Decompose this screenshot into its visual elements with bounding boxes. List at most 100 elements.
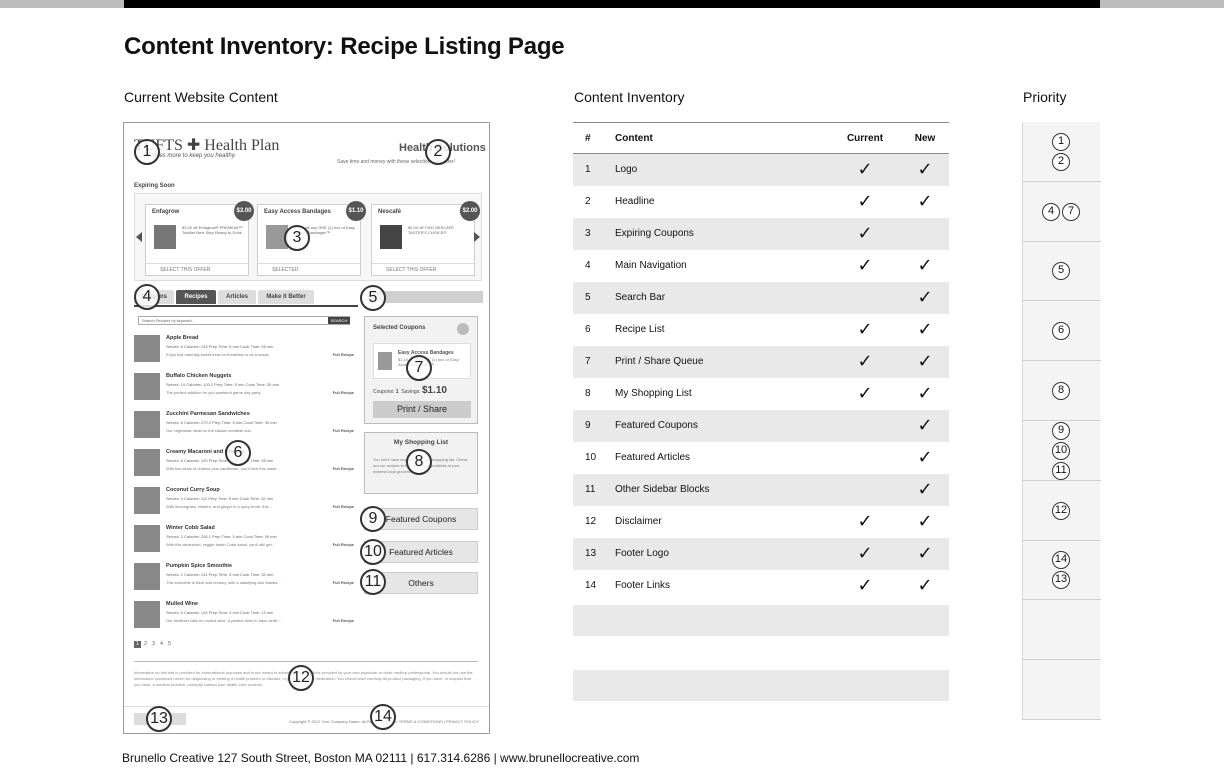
recipe-item[interactable]: Apple Bread Serves: 8 Calories: 243 Prep …	[134, 335, 354, 369]
recipe-image	[134, 525, 160, 552]
new-check-icon: ✓	[917, 383, 933, 404]
page-link[interactable]: 4	[158, 641, 165, 648]
priority-group	[1023, 660, 1101, 720]
priority-marker: 2	[1052, 152, 1070, 171]
recipe-search-button[interactable]: SEARCH	[328, 317, 350, 324]
coupon-select[interactable]: SELECT THIS OFFER	[372, 263, 474, 275]
full-recipe-link[interactable]: Full Recipe	[333, 352, 354, 357]
row-number: 6	[585, 324, 591, 335]
selected-stats: Coupons: 1 Savings: $1.10	[373, 385, 447, 396]
carousel-left-arrow-icon[interactable]	[136, 232, 142, 242]
row-content: My Shopping List	[615, 388, 692, 399]
row-number: 8	[585, 388, 591, 399]
new-check-icon: ✓	[917, 255, 933, 276]
row-content: Footer Logo	[615, 548, 669, 559]
page-link[interactable]: 1	[134, 641, 141, 648]
full-recipe-link[interactable]: Full Recipe	[333, 504, 354, 509]
recipe-image	[134, 601, 160, 628]
carousel-right-arrow-icon[interactable]	[474, 232, 480, 242]
coupon-thumb	[378, 352, 392, 370]
page-footer: Brunello Creative 127 South Street, Bost…	[122, 751, 640, 765]
savings-value: $1.10	[421, 385, 447, 396]
coupons-label: Coupons:	[373, 389, 395, 395]
full-recipe-link[interactable]: Full Recipe	[333, 580, 354, 585]
recipe-item[interactable]: Zucchini Parmesan Sandwiches Serves: 6 Ca…	[134, 411, 354, 445]
print-share-button[interactable]: Print / Share	[373, 401, 471, 418]
marker-2: 2	[425, 139, 451, 165]
page-link[interactable]: 2	[142, 641, 149, 648]
mock-footer: Copyright © 2012 Your Company Name. All …	[124, 706, 489, 733]
recipe-item[interactable]: Buffalo Chicken Nuggets Serves: 10 Calori…	[134, 373, 354, 407]
full-recipe-link[interactable]: Full Recipe	[333, 618, 354, 623]
recipe-image	[134, 563, 160, 590]
inventory-row: 12 Disclaimer ✓ ✓	[573, 506, 949, 538]
marker-1: 1	[134, 139, 160, 165]
priority-column: 1 2 4 7 5 6 8 9 10 11 12 14 13	[1022, 122, 1101, 720]
recipe-image	[134, 411, 160, 438]
inventory-header-row: # Content Current New	[573, 122, 949, 154]
priority-group: 5	[1023, 242, 1101, 302]
recipe-item[interactable]: Mulled Wine Serves: 6 Calories: 126 Prep …	[134, 601, 354, 635]
new-cell: ✓	[895, 186, 955, 221]
priority-marker: 4	[1042, 202, 1060, 221]
new-check-icon: ✓	[917, 351, 933, 372]
recipe-image	[134, 449, 160, 476]
row-number: 12	[585, 516, 597, 527]
page-link[interactable]: 3	[150, 641, 157, 648]
recipe-image	[134, 487, 160, 514]
new-cell: ✓	[895, 378, 955, 413]
recipe-desc: This smoothie is thick and creamy, with …	[166, 580, 281, 585]
tab-recipes[interactable]: Recipes	[176, 290, 216, 304]
row-number: 9	[585, 420, 591, 431]
new-cell: ✓	[895, 346, 955, 381]
website-mockup: TUFTS ✚ Health Plan ... does more to kee…	[123, 122, 490, 734]
new-cell: ✓	[895, 474, 955, 509]
current-check-icon: ✓	[857, 575, 873, 596]
recipe-search-input[interactable]: Search Recipes by keyword...	[138, 316, 350, 325]
priority-marker: 14	[1052, 551, 1070, 570]
new-cell: ✓	[895, 250, 955, 285]
full-recipe-link[interactable]: Full Recipe	[333, 542, 354, 547]
recipe-item[interactable]: Pumpkin Spice Smoothie Serves: 2 Calories…	[134, 563, 354, 597]
priority-group: 14 13	[1023, 541, 1101, 601]
recipe-item[interactable]: Winter Cobb Salad Serves: 2 Calories: 206…	[134, 525, 354, 559]
priority-marker: 1	[1052, 132, 1070, 151]
priority-group: 8	[1023, 361, 1101, 421]
tab-make-it-better[interactable]: Make it Better	[258, 290, 314, 304]
new-cell: ✓	[895, 154, 955, 189]
current-cell: ✓	[835, 506, 895, 541]
coupon-name: Nescafé	[378, 209, 402, 215]
tab-articles[interactable]: Articles	[218, 290, 256, 304]
mock-recipe-list: Search Recipes by keyword... SEARCH Appl…	[134, 305, 358, 635]
coupon-select[interactable]: SELECTED	[258, 263, 360, 275]
recipe-title: Mulled Wine	[166, 601, 199, 607]
coupon-badge: $3.00	[234, 201, 254, 221]
full-recipe-link[interactable]: Full Recipe	[333, 428, 354, 433]
row-content: Print / Share Queue	[615, 356, 704, 367]
current-content-heading: Current Website Content	[124, 89, 278, 105]
current-check-icon: ✓	[857, 159, 873, 180]
marker-8: 8	[406, 449, 432, 475]
row-content: Main Navigation	[615, 260, 687, 271]
inventory-blank-row	[573, 605, 949, 636]
recipe-meta: Serves: 2 Calories: 131 Prep Time: 5 min…	[166, 572, 274, 577]
shopping-list-title: My Shopping List	[393, 439, 449, 446]
marker-12: 12	[288, 665, 314, 691]
new-check-icon: ✓	[917, 511, 933, 532]
page-link[interactable]: 5	[166, 641, 173, 648]
recipe-title: Buffalo Chicken Nuggets	[166, 373, 232, 379]
new-check-icon: ✓	[917, 575, 933, 596]
row-number: 3	[585, 228, 591, 239]
full-recipe-link[interactable]: Full Recipe	[333, 390, 354, 395]
recipe-item[interactable]: Coconut Curry Soup Serves: 4 Calories: 11…	[134, 487, 354, 521]
marker-3: 3	[284, 225, 310, 251]
top-rule-black	[124, 0, 1100, 8]
new-check-icon: ✓	[917, 479, 933, 500]
coupon-select[interactable]: SELECT THIS OFFER	[146, 263, 248, 275]
recipe-desc: With lemongrass, cilantro, and ginger in…	[166, 504, 272, 509]
inventory-heading: Content Inventory	[574, 89, 685, 105]
new-cell: ✓	[895, 314, 955, 349]
inventory-row: 8 My Shopping List ✓ ✓	[573, 378, 949, 410]
full-recipe-link[interactable]: Full Recipe	[333, 466, 354, 471]
recipe-desc: Our healthier take on mulled wine. A per…	[166, 618, 281, 623]
